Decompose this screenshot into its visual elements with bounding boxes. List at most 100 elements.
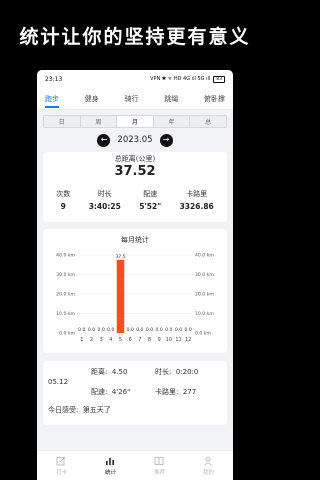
range-week[interactable]: 周 [81, 116, 118, 127]
bar-data-label: 0.0 [156, 327, 163, 333]
x-tick-label: 1 [80, 337, 83, 343]
tab-pushup[interactable]: 俯卧撑 [204, 88, 225, 110]
bar-data-label: 0.0 [98, 327, 105, 333]
x-tick-label: 10 [166, 337, 172, 343]
detail-distance: 距离: 4.50 [91, 367, 127, 377]
x-tick-label: 3 [100, 337, 103, 343]
status-bar: 23:13 VPN ✱ ᯤ HD 4G ıll 5G ıll 83 [37, 70, 233, 88]
y-tick-label-right: 20.0 km [195, 292, 214, 298]
bottom-nav: 打卡 统计 推荐 我的 [37, 450, 233, 480]
x-tick-label: 2 [90, 337, 93, 343]
y-tick-label-left: 20.0 km [56, 292, 75, 298]
y-tick-label-left: 40.0 km [56, 253, 75, 259]
stats-row: 次数 9 时长 3:40:25 配速 5'52" 卡路里 3326.86 [43, 189, 227, 211]
edit-icon [57, 456, 66, 465]
range-year[interactable]: 年 [154, 116, 191, 127]
stat-value: 3326.86 [179, 202, 214, 211]
stat-pace: 配速 5'52" [139, 189, 161, 211]
stat-count: 次数 9 [56, 189, 70, 211]
y-tick-label-right: 0.0 km [195, 331, 211, 337]
y-tick-label-left: 0.0 km [59, 331, 75, 337]
bar-data-label: 0.0 [107, 327, 114, 333]
detail-pace: 配速: 4'26" [91, 387, 130, 397]
total-distance-label: 总距离(公里) [114, 155, 156, 163]
total-distance-value: 37.52 [114, 164, 156, 179]
duration-label: 时长: [155, 368, 172, 376]
stat-calories: 卡路里 3326.86 [180, 189, 214, 211]
bar-data-label: 0.0 [136, 327, 143, 333]
workout-detail-card[interactable]: 05.12 距离: 4.50 时长: 0:20:0 配速: 4'26" 卡路里:… [43, 361, 227, 425]
tab-running[interactable]: 跑步 [45, 88, 59, 110]
user-icon [204, 456, 213, 466]
calorie-value: 277 [182, 388, 197, 396]
x-tick-label: 6 [129, 337, 132, 343]
bar-data-label: 0.0 [127, 327, 134, 333]
status-icons: VPN ✱ ᯤ HD 4G ıll 5G ıll 83 [150, 75, 225, 83]
bar-data-label: 0.0 [165, 327, 172, 333]
period-label: 2023.05 [117, 135, 153, 145]
book-icon [155, 456, 164, 465]
arrow-left-icon[interactable]: ← [97, 133, 111, 147]
stat-label: 次数 [56, 190, 71, 198]
nav-label: 打卡 [55, 469, 67, 476]
stat-value: 5'52" [139, 202, 162, 211]
y-tick-label-right: 10.0 km [195, 311, 214, 317]
bar-data-label: 0.0 [78, 327, 85, 333]
x-tick-label: 7 [138, 337, 141, 343]
stat-label: 时长 [97, 190, 112, 198]
status-time: 23:13 [45, 75, 63, 83]
duration-value: 0:20:0 [175, 368, 199, 376]
calorie-label: 卡路里: [155, 388, 179, 396]
x-tick-label: 4 [109, 337, 112, 343]
x-tick-label: 12 [185, 337, 191, 343]
tab-jump-rope[interactable]: 跳绳 [164, 88, 178, 110]
x-tick-label: 11 [175, 337, 181, 343]
activity-tabs: 跑步 健身 骑行 跳绳 俯卧撑 [37, 88, 233, 110]
nav-label: 我的 [202, 469, 214, 476]
chart-bar [116, 259, 125, 333]
arrow-right-icon[interactable]: → [159, 133, 173, 147]
stat-label: 卡路里 [186, 190, 208, 198]
range-day[interactable]: 日 [44, 116, 81, 127]
tab-fitness[interactable]: 健身 [85, 88, 99, 110]
bar-data-label: 0.0 [146, 327, 153, 333]
bar-data-label: 0.0 [175, 327, 182, 333]
detail-calories: 卡路里: 277 [155, 387, 196, 397]
detail-feeling: 今日感受: 第五天了 [48, 405, 111, 415]
distance-value: 4.50 [111, 368, 128, 376]
bar-data-label: 0.0 [88, 327, 95, 333]
feeling-label: 今日感受: [48, 406, 79, 414]
phone-screen: 23:13 VPN ✱ ᯤ HD 4G ıll 5G ıll 83 跑步 健身 … [37, 70, 233, 480]
tab-cycling[interactable]: 骑行 [125, 88, 139, 110]
y-tick-label-right: 30.0 km [195, 272, 214, 278]
stat-value: 3:40:25 [88, 202, 121, 211]
y-tick-label-left: 30.0 km [56, 272, 75, 278]
x-tick-label: 9 [158, 337, 161, 343]
stat-duration: 时长 3:40:25 [89, 189, 121, 211]
pace-label: 配速: [91, 388, 108, 396]
y-tick-label-right: 40.0 km [195, 253, 214, 259]
summary-card: 总距离(公里) 37.52 次数 9 时长 3:40:25 配速 5'52" 卡… [43, 152, 227, 222]
range-total[interactable]: 总 [190, 116, 226, 127]
nav-profile[interactable]: 我的 [203, 456, 214, 476]
bar-data-label: 0.0 [185, 327, 192, 333]
stat-label: 配速 [143, 190, 158, 198]
range-month[interactable]: 月 [117, 116, 154, 127]
pace-value: 4'26" [111, 388, 131, 396]
nav-recommend[interactable]: 推荐 [154, 456, 165, 476]
promo-headline: 统计让你的坚持更有意义 [19, 26, 251, 48]
nav-label: 统计 [104, 469, 116, 476]
feeling-value: 第五天了 [82, 406, 111, 414]
y-tick-label-left: 10.0 km [56, 311, 75, 317]
bar-data-label: 37.5 [115, 254, 125, 260]
signal-indicators: VPN ✱ ᯤ HD 4G ıll 5G ıll [150, 76, 211, 82]
nav-statistics[interactable]: 统计 [105, 456, 116, 476]
detail-duration: 时长: 0:20:0 [155, 367, 198, 377]
x-tick-label: 8 [148, 337, 151, 343]
nav-checkin[interactable]: 打卡 [56, 456, 67, 476]
battery-icon: 83 [213, 75, 225, 83]
x-tick-label: 5 [119, 337, 122, 343]
chart-title: 每月统计 [121, 236, 149, 244]
period-navigator: ← 2023.05 → [37, 128, 233, 152]
nav-label: 推荐 [153, 469, 165, 476]
